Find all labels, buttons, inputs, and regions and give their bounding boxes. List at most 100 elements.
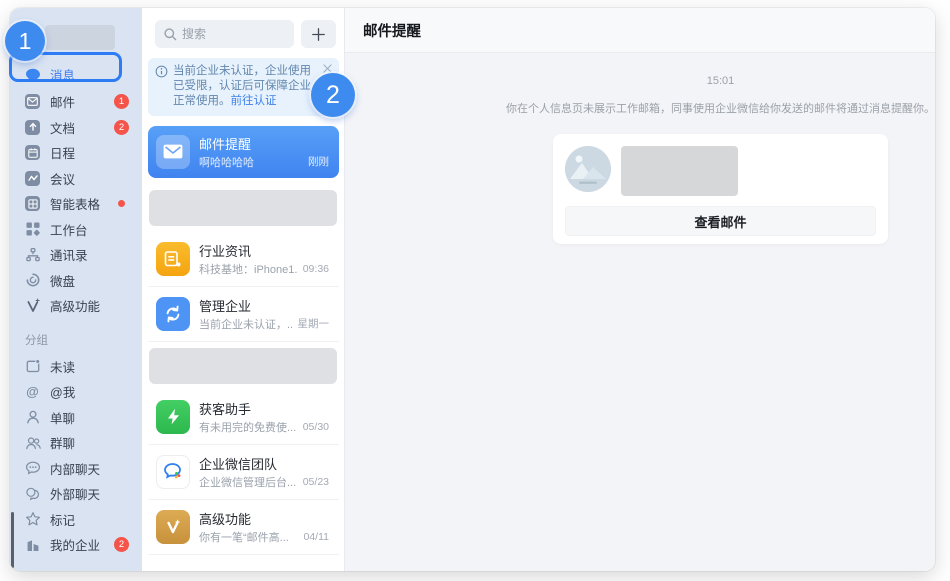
sidebar-item-meeting[interactable]: 会议 [10,166,142,192]
sidebar-item-label: 会议 [50,169,75,188]
sidebar-item-label: 内部聊天 [50,459,100,478]
chat-text: 管理企业 当前企业未认证，...星期一 [199,296,329,332]
unread-icon [24,358,41,375]
smart-table-icon [24,195,41,212]
wecom-window: 消息 邮件 1 文档 2 日程 会议 [10,8,935,571]
external-chat-icon [24,485,41,502]
system-message: 你在个人信息页未展示工作邮箱，同事使用企业微信给你发送的邮件将通过消息提醒你。 [553,100,888,116]
workbench-icon [24,221,41,238]
sidebar-item-smart-table[interactable]: 智能表格 [10,191,142,217]
chat-bubble-icon [24,66,41,83]
sidebar-item-label: 消息 [50,65,75,84]
wecom-team-avatar-icon [156,455,190,489]
sidebar-item-advanced[interactable]: 高级功能 [10,293,142,319]
sidebar-item-direct-chats[interactable]: 单聊 [10,405,142,431]
close-icon[interactable] [323,64,332,73]
sidebar-item-docs[interactable]: 文档 2 [10,115,142,141]
meeting-icon [24,170,41,187]
chat-text: 企业微信团队 企业微信管理后台... 05/23 [199,454,329,490]
sidebar-item-group-chats[interactable]: 群聊 [10,430,142,456]
chat-item-manage-company[interactable]: 管理企业 当前企业未认证，...星期一 [148,287,339,342]
smart-table-unread-dot [118,200,125,207]
sidebar-item-workbench[interactable]: 工作台 [10,217,142,243]
sidebar-item-unread[interactable]: 未读 [10,354,142,380]
sidebar-item-label: 通讯录 [50,245,88,264]
sidebar-scrollbar[interactable] [11,512,14,568]
mail-badge: 1 [114,94,129,109]
mail-reminder-avatar-icon [156,135,190,169]
advanced-features-avatar-icon [156,510,190,544]
info-icon [155,64,168,110]
sidebar-item-label: 文档 [50,118,75,137]
chat-name: 企业微信团队 [199,457,277,472]
view-mail-button[interactable]: 查看邮件 [565,206,876,236]
industry-news-avatar-icon [156,242,190,276]
sidebar-item-mail[interactable]: 邮件 1 [10,89,142,115]
sidebar-item-label: 我的企业 [50,535,100,554]
sidebar-item-label: 日程 [50,143,75,162]
redacted-mail-subject [621,146,738,196]
redacted-chat-placeholder [149,190,337,226]
lead-assistant-avatar-icon [156,400,190,434]
chat-time: 09:36 [303,263,329,275]
search-row [155,20,336,48]
mail-notification-card: 查看邮件 [553,134,888,244]
sender-avatar [565,146,611,192]
conversation-panel: 邮件提醒 15:01 你在个人信息页未展示工作邮箱，同事使用企业微信给你发送的邮… [345,8,935,571]
sidebar-item-internal-chats[interactable]: 内部聊天 [10,456,142,482]
advanced-icon [24,297,41,314]
chat-time: 刚刚 [308,154,329,169]
chat-time: 05/30 [303,421,329,433]
docs-icon [24,119,41,136]
mail-icon [24,93,41,110]
chat-item-lead-assistant[interactable]: 获客助手 有未用完的免费使...05/30 [148,390,339,445]
annotation-step-2: 2 [311,73,355,117]
chat-name: 行业资讯 [199,244,251,259]
search-icon [163,27,177,41]
sidebar-item-label: 未读 [50,357,75,376]
chat-text: 获客助手 有未用完的免费使...05/30 [199,399,329,435]
chat-item-mail-reminder[interactable]: 邮件提醒 啊哈哈哈哈刚刚 [148,126,339,178]
verify-now-link[interactable]: 前往认证 [231,95,277,107]
sidebar-item-calendar[interactable]: 日程 [10,140,142,166]
sidebar-item-external-chats[interactable]: 外部聊天 [10,481,142,507]
search-input-box[interactable] [155,20,294,48]
chat-text: 高级功能 你有一笔“邮件高...04/11 [199,509,329,545]
contacts-icon [24,246,41,263]
drive-icon [24,272,41,289]
sidebar: 消息 邮件 1 文档 2 日程 会议 [10,8,142,571]
conversation-title: 邮件提醒 [363,20,421,41]
sidebar-item-label: 高级功能 [50,296,100,315]
sidebar-item-starred[interactable]: 标记 [10,507,142,533]
banner-text: 当前企业未认证，企业使用已受限，认证后可保障企业正常使用。前往认证 [173,64,319,110]
sidebar-item-mentions[interactable]: @ @我 [10,379,142,405]
sidebar-item-label: 微盘 [50,271,75,290]
add-button[interactable] [301,20,336,48]
chat-preview: 企业微信管理后台... [199,474,297,490]
conversation-body: 15:01 你在个人信息页未展示工作邮箱，同事使用企业微信给你发送的邮件将通过消… [345,53,935,571]
search-input[interactable] [182,27,286,41]
sidebar-item-drive[interactable]: 微盘 [10,268,142,294]
redacted-chat-placeholder [149,348,337,384]
sidebar-item-my-company[interactable]: 我的企业 2 [10,532,142,558]
annotation-step-1: 1 [5,21,45,61]
chat-item-wecom-team[interactable]: 企业微信团队 企业微信管理后台... 05/23 [148,445,339,500]
sidebar-item-label: 单聊 [50,408,75,427]
chat-text: 行业资讯 科技基地：iPhone1... 09:36 [199,241,329,277]
manage-company-avatar-icon [156,297,190,331]
sidebar-item-contacts[interactable]: 通讯录 [10,242,142,268]
group-section-label: 分组 [25,332,142,348]
sidebar-item-messages[interactable]: 消息 [10,60,142,89]
star-icon [24,511,41,528]
internal-chat-icon [24,460,41,477]
chat-item-industry-news[interactable]: 行业资讯 科技基地：iPhone1... 09:36 [148,232,339,287]
chat-preview: 科技基地：iPhone1... [199,261,297,277]
chat-name: 管理企业 [199,299,251,314]
calendar-icon [24,144,41,161]
chat-item-advanced-features[interactable]: 高级功能 你有一笔“邮件高...04/11 [148,500,339,555]
chat-time: 05/23 [303,476,329,488]
plus-icon [312,28,325,41]
chat-preview: 你有一笔“邮件高... [199,529,298,545]
my-company-badge: 2 [114,537,129,552]
person-icon [24,409,41,426]
